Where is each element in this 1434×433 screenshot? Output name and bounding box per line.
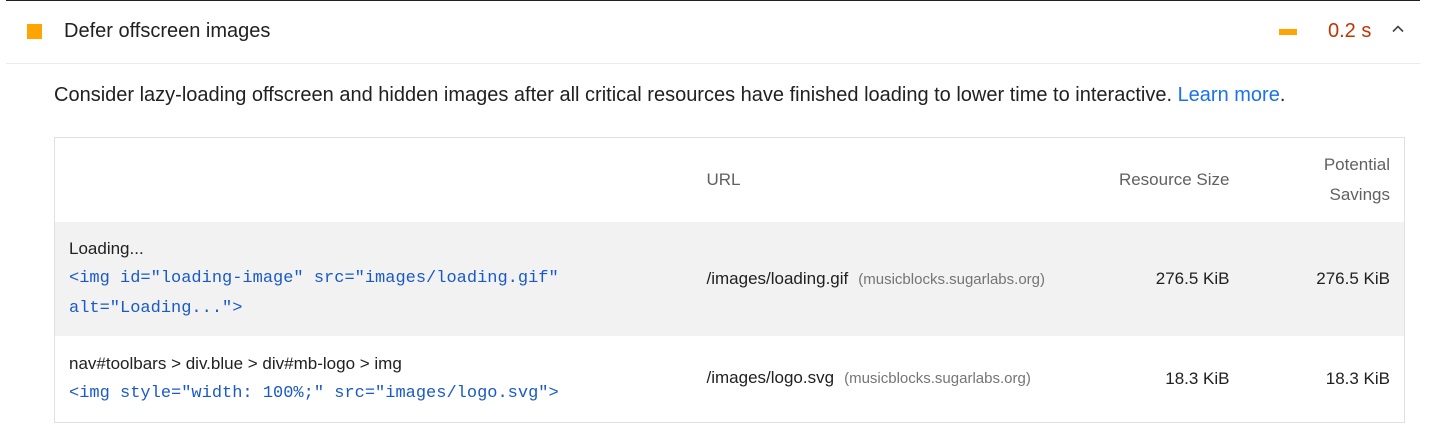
url-host: (musicblocks.sugarlabs.org)	[844, 370, 1031, 388]
node-snippet[interactable]: <img style="width: 100%;" src="images/lo…	[69, 379, 679, 409]
node-cell: nav#toolbars > div.blue > div#mb-logo > …	[55, 336, 693, 422]
details-table: URL Resource Size Potential Savings Load…	[54, 137, 1405, 423]
url-cell: /images/logo.svg (musicblocks.sugarlabs.o…	[693, 336, 1078, 422]
url-host: (musicblocks.sugarlabs.org)	[858, 270, 1045, 288]
audit-title: Defer offscreen images	[64, 20, 271, 42]
table-row: Loading... <img id="loading-image" src="…	[54, 222, 1405, 336]
resource-size-cell: 276.5 KiB	[1155, 269, 1230, 288]
url-text[interactable]: /images/loading.gif	[707, 269, 849, 288]
header-node	[55, 138, 693, 223]
url-cell: /images/loading.gif (musicblocks.sugarlab…	[693, 222, 1078, 336]
learn-more-link[interactable]: Learn more	[1178, 84, 1280, 106]
audit-header[interactable]: Defer offscreen images 0.2 s	[6, 1, 1420, 64]
node-label: Loading...	[69, 239, 144, 258]
node-snippet[interactable]: <img id="loading-image" src="images/load…	[69, 264, 609, 324]
potential-savings-cell: 276.5 KiB	[1316, 269, 1390, 288]
average-score-icon	[27, 24, 42, 39]
header-potential-savings-label: Potential Savings	[1323, 155, 1390, 204]
table-header-row: URL Resource Size Potential Savings	[55, 138, 1405, 223]
description-text: Consider lazy-loading offscreen and hidd…	[54, 84, 1178, 106]
table-row: nav#toolbars > div.blue > div#mb-logo > …	[54, 336, 1405, 422]
node-label: nav#toolbars > div.blue > div#mb-logo > …	[69, 353, 402, 373]
resource-size-cell: 18.3 KiB	[1165, 368, 1230, 388]
potential-savings-cell: 18.3 KiB	[1325, 368, 1390, 388]
audit-description: Consider lazy-loading offscreen and hidd…	[54, 82, 1285, 108]
chevron-up-icon[interactable]	[1390, 21, 1406, 37]
description-suffix: .	[1279, 84, 1286, 106]
url-text[interactable]: /images/logo.svg	[707, 368, 835, 387]
header-url: URL	[706, 170, 741, 189]
audit-savings: 0.2 s	[1328, 20, 1372, 42]
node-cell: Loading... <img id="loading-image" src="…	[55, 222, 693, 336]
savings-bar-icon	[1279, 29, 1297, 35]
audit-defer-offscreen-images: Defer offscreen images 0.2 s Consider la…	[6, 0, 1420, 433]
header-potential-savings: Potential Savings	[1244, 138, 1405, 223]
header-resource-size: Resource Size	[1118, 170, 1230, 189]
